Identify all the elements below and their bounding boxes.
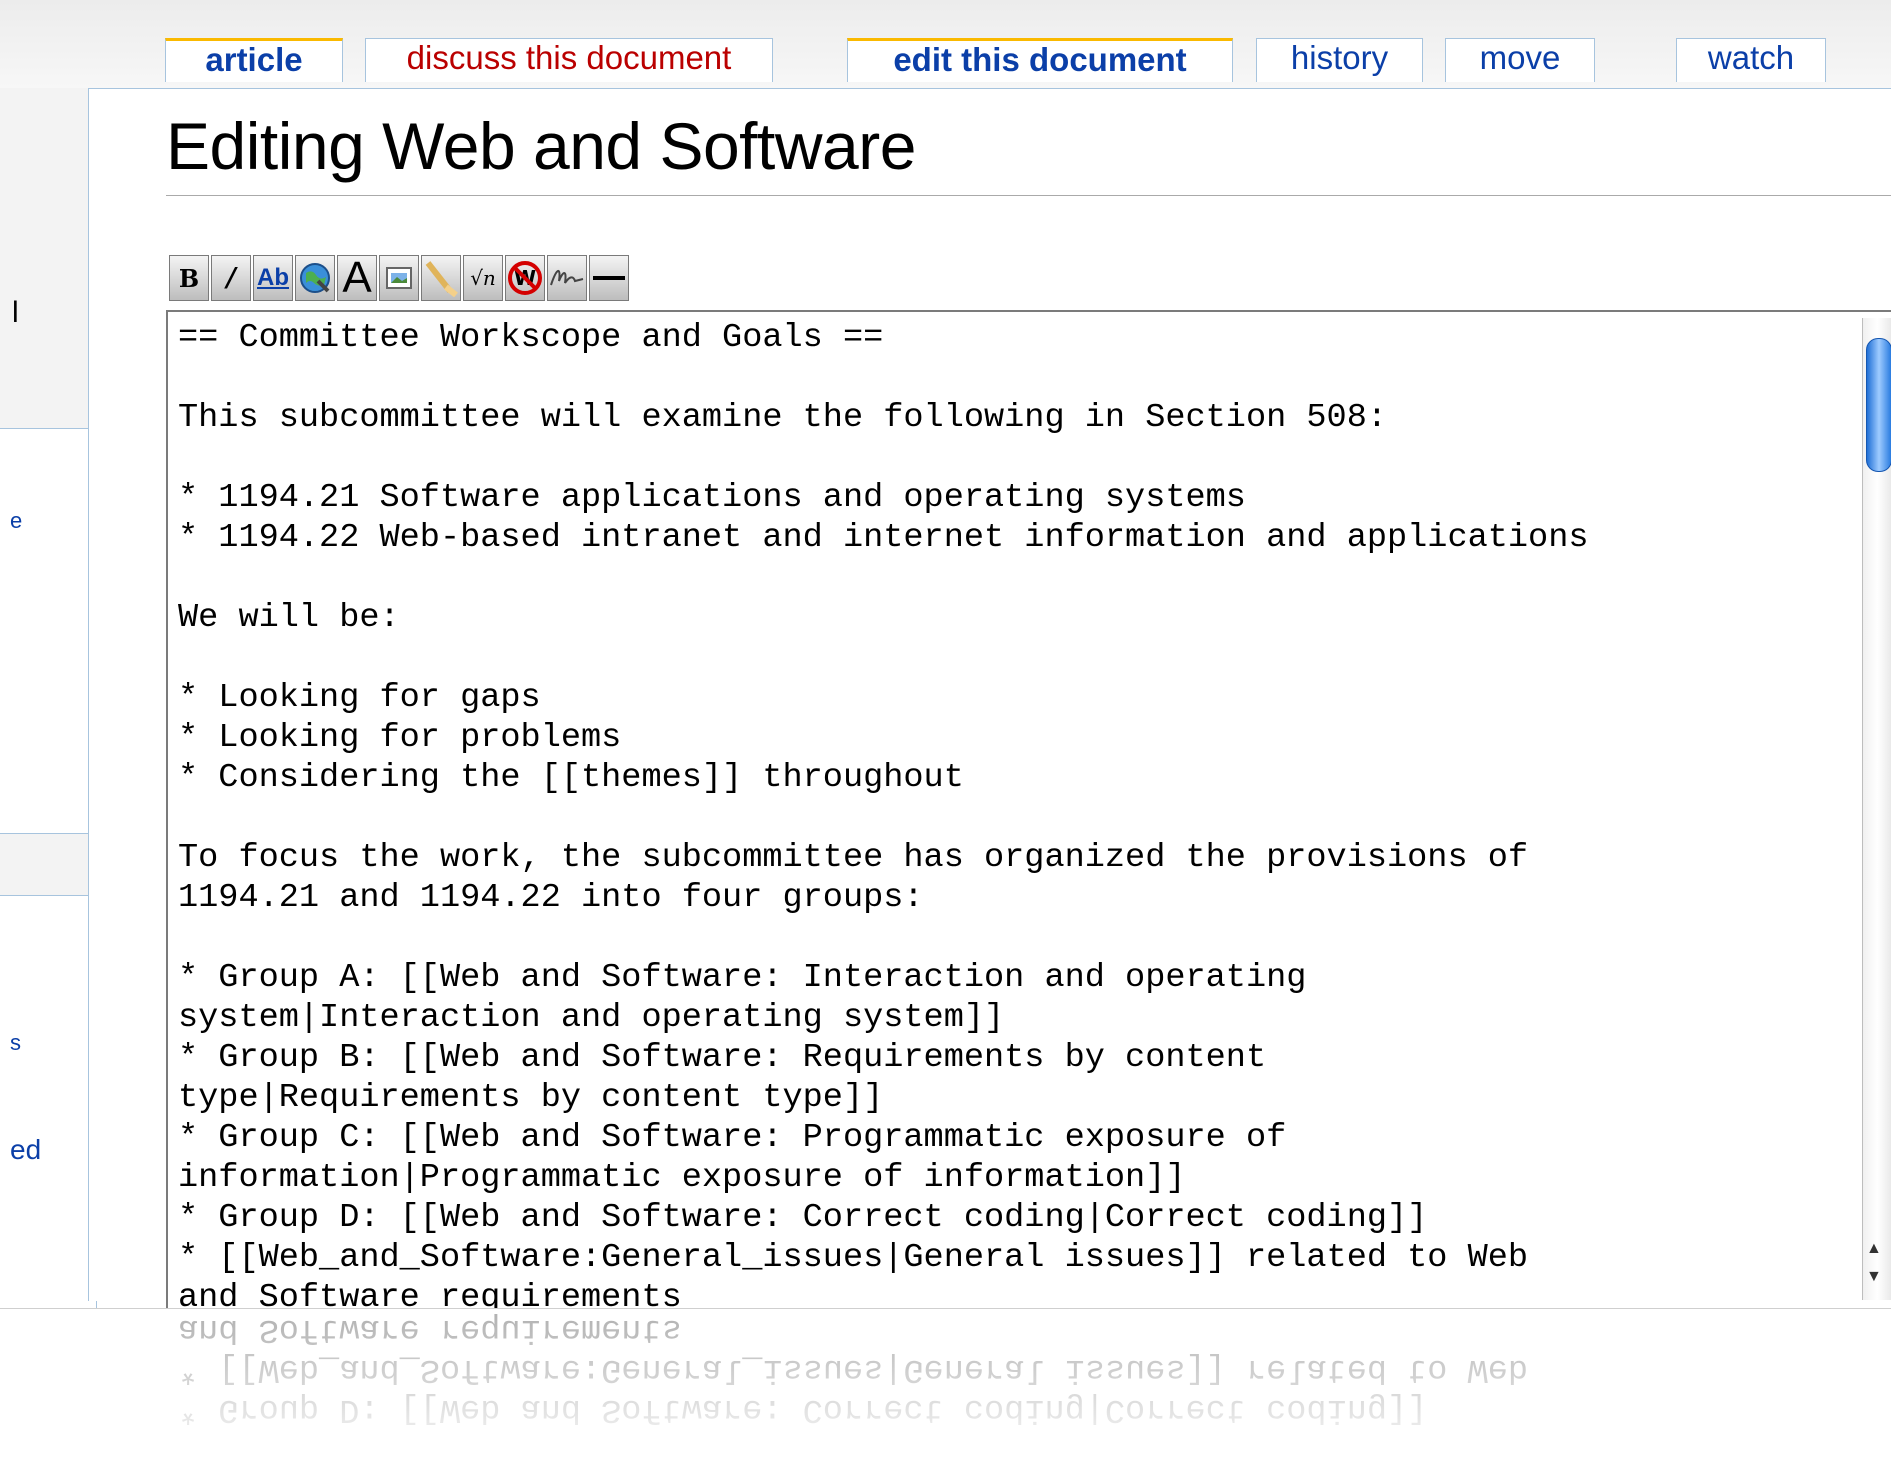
headline-icon[interactable]: A — [337, 253, 377, 302]
editor-line: 1194.21 and 1194.22 into four groups: — [178, 879, 924, 917]
title-divider — [166, 195, 1891, 196]
scrollbar-thumb[interactable] — [1866, 338, 1891, 472]
bold-icon[interactable]: B — [169, 255, 209, 301]
editor-line: * Considering the [[themes]] throughout — [178, 759, 964, 797]
editor-line: * Looking for gaps — [178, 679, 541, 717]
editor-line: * Group D: [[Web and Software: Correct c… — [178, 1199, 1428, 1237]
reflection-fade — [0, 1309, 1891, 1460]
editor-line: To focus the work, the subcommittee has … — [178, 839, 1529, 877]
mirror-reflection: * Group D: [[Web and Software: Correct c… — [0, 1308, 1891, 1460]
signature-icon[interactable] — [547, 255, 587, 301]
tab-discuss[interactable]: discuss this document — [365, 38, 773, 82]
editor-line: * Group A: [[Web and Software: Interacti… — [178, 959, 1307, 997]
tab-article[interactable]: article — [165, 38, 343, 82]
editor-line: * Group C: [[Web and Software: Programma… — [178, 1119, 1287, 1157]
wikitext-content[interactable]: == Committee Workscope and Goals == This… — [178, 318, 1589, 1318]
tab-edit[interactable]: edit this document — [847, 38, 1233, 82]
sidebar-link-fragment[interactable]: s — [10, 1030, 21, 1056]
editor-line: system|Interaction and operating system]… — [178, 999, 1005, 1037]
nowiki-icon[interactable]: W — [505, 255, 545, 301]
editor-line: information|Programmatic exposure of inf… — [178, 1159, 1186, 1197]
horizontal-line-icon[interactable] — [589, 255, 629, 301]
math-formula-icon[interactable]: √n — [463, 255, 503, 301]
tab-history[interactable]: history — [1256, 38, 1423, 82]
external-link-icon[interactable] — [295, 255, 335, 301]
sidebar-navigation-box — [0, 428, 97, 834]
media-file-icon[interactable] — [421, 255, 461, 301]
scroll-down-arrow-icon[interactable]: ▼ — [1866, 1268, 1882, 1286]
internal-link-icon[interactable]: Ab — [253, 255, 293, 301]
embedded-image-icon[interactable] — [379, 255, 419, 301]
editor-line: type|Requirements by content type]] — [178, 1079, 884, 1117]
sidebar-link-fragment[interactable]: e — [10, 508, 22, 534]
italic-icon[interactable]: / — [211, 255, 251, 301]
sidebar-fragment: l — [12, 296, 19, 329]
editor-line: * Looking for problems — [178, 719, 622, 757]
sidebar-toolbox-box — [0, 895, 97, 1317]
editor-line: == Committee Workscope and Goals == — [178, 319, 884, 357]
editor-line: * 1194.21 Software applications and oper… — [178, 479, 1246, 517]
page-title: Editing Web and Software — [166, 109, 916, 183]
editor-line: * [[Web_and_Software:General_issues|Gene… — [178, 1239, 1529, 1277]
editor-line: * Group B: [[Web and Software: Requireme… — [178, 1039, 1267, 1077]
tab-move[interactable]: move — [1445, 38, 1595, 82]
editor-line: We will be: — [178, 599, 400, 637]
editor-line: * 1194.22 Web-based intranet and interne… — [178, 519, 1589, 557]
scroll-up-arrow-icon[interactable]: ▲ — [1866, 1240, 1882, 1258]
tab-watch[interactable]: watch — [1676, 38, 1826, 82]
editor-line: This subcommittee will examine the follo… — [178, 399, 1388, 437]
sidebar-link-fragment[interactable]: ed — [10, 1134, 41, 1166]
edit-toolbar: B / Ab A √n W — [169, 253, 631, 303]
